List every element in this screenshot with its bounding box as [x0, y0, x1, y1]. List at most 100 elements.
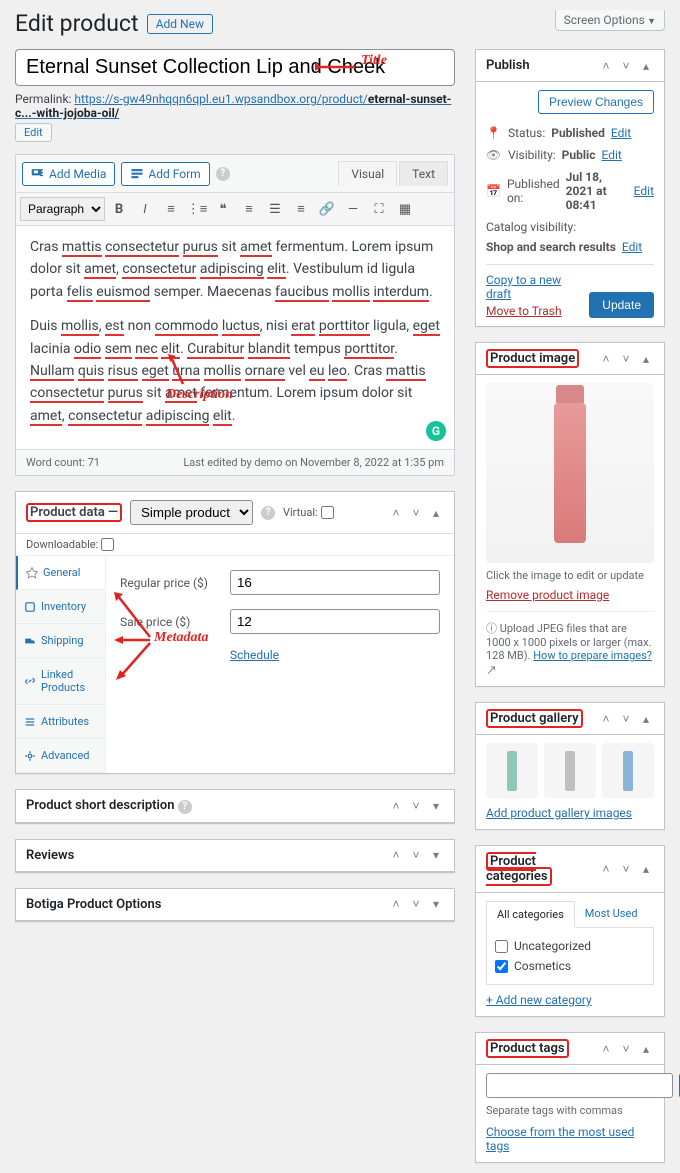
- regular-price-label: Regular price ($): [120, 576, 220, 590]
- last-edited: Last edited by demo on November 8, 2022 …: [183, 456, 444, 469]
- downloadable-checkbox[interactable]: [101, 538, 114, 551]
- toggle-icon[interactable]: ▴: [638, 352, 654, 366]
- chevron-down-icon[interactable]: ˅: [618, 1042, 634, 1056]
- product-type-select[interactable]: Simple product: [130, 500, 253, 525]
- chevron-down-icon[interactable]: ˅: [618, 59, 634, 73]
- number-list-btn[interactable]: ⋮≡: [185, 197, 209, 221]
- chevron-down-icon[interactable]: ˅: [618, 712, 634, 726]
- editor-content[interactable]: Cras mattis consectetur purus sit amet f…: [16, 226, 454, 449]
- chevron-down-icon[interactable]: ˅: [408, 848, 424, 862]
- tag-input[interactable]: [486, 1073, 673, 1098]
- toggle-icon[interactable]: ▾: [428, 897, 444, 911]
- edit-date-link[interactable]: Edit: [634, 184, 654, 198]
- reviews-title: Reviews: [26, 848, 74, 863]
- add-category-link[interactable]: + Add new category: [486, 993, 592, 1007]
- help-icon[interactable]: ?: [216, 167, 230, 181]
- add-form-button[interactable]: Add Form: [121, 162, 209, 186]
- align-left-btn[interactable]: ≡: [237, 197, 261, 221]
- tab-general[interactable]: General: [16, 556, 105, 590]
- align-right-btn[interactable]: ≡: [289, 197, 313, 221]
- align-center-btn[interactable]: ☰: [263, 197, 287, 221]
- cat-checkbox-cosmetics[interactable]: [495, 960, 508, 973]
- chevron-up-icon[interactable]: ˄: [388, 799, 404, 813]
- add-gallery-link[interactable]: Add product gallery images: [486, 806, 632, 820]
- toolbar-toggle-btn[interactable]: ▦: [393, 197, 417, 221]
- product-image-title: Product image: [486, 349, 579, 368]
- edit-status-link[interactable]: Edit: [611, 126, 631, 140]
- screen-options-btn[interactable]: Screen Options: [555, 10, 665, 31]
- format-select[interactable]: Paragraph: [20, 197, 105, 221]
- remove-image-link[interactable]: Remove product image: [486, 588, 609, 602]
- product-image-preview[interactable]: [486, 383, 654, 563]
- gallery-thumb[interactable]: [544, 743, 596, 798]
- regular-price-input[interactable]: [230, 570, 440, 595]
- cat-checkbox-uncategorized[interactable]: [495, 940, 508, 953]
- toggle-icon[interactable]: ▾: [428, 799, 444, 813]
- edit-catalog-link[interactable]: Edit: [622, 240, 642, 254]
- toggle-icon[interactable]: ▴: [428, 506, 444, 520]
- chevron-up-icon[interactable]: ˄: [598, 59, 614, 73]
- tab-shipping[interactable]: Shipping: [16, 624, 105, 658]
- gallery-thumb[interactable]: [602, 743, 654, 798]
- sale-price-label: Sale price ($): [120, 615, 220, 629]
- readmore-btn[interactable]: —: [341, 197, 365, 221]
- edit-slug-button[interactable]: Edit: [15, 123, 52, 142]
- permalink-link[interactable]: https://s-gw49nhqqn6qpl.eu1.wpsandbox.or…: [15, 92, 451, 120]
- cat-tab-most[interactable]: Most Used: [575, 901, 648, 927]
- add-new-button[interactable]: Add New: [147, 14, 213, 34]
- toggle-icon[interactable]: ▴: [638, 862, 654, 876]
- fullscreen-btn[interactable]: ⛶: [367, 197, 391, 221]
- pin-icon: 📍: [486, 126, 502, 140]
- word-count: Word count: 71: [26, 456, 100, 469]
- toggle-icon[interactable]: ▴: [638, 1042, 654, 1056]
- tab-visual[interactable]: Visual: [338, 161, 397, 186]
- virtual-checkbox[interactable]: [321, 506, 334, 519]
- quote-btn[interactable]: ❝: [211, 197, 235, 221]
- move-trash-link[interactable]: Move to Trash: [486, 304, 589, 318]
- grammarly-icon[interactable]: G: [426, 421, 446, 441]
- chevron-down-icon[interactable]: ˅: [408, 799, 424, 813]
- help-icon[interactable]: ?: [261, 506, 275, 520]
- chevron-up-icon[interactable]: ˄: [598, 862, 614, 876]
- product-data-label: Product data —: [26, 503, 122, 522]
- preview-changes-button[interactable]: Preview Changes: [538, 90, 654, 114]
- prepare-images-link[interactable]: How to prepare images?: [533, 649, 652, 662]
- chevron-up-icon[interactable]: ˄: [388, 848, 404, 862]
- chevron-down-icon[interactable]: ˅: [618, 862, 634, 876]
- add-media-button[interactable]: Add Media: [22, 162, 115, 186]
- copy-draft-link[interactable]: Copy to a new draft: [486, 273, 589, 301]
- sale-price-input[interactable]: [230, 609, 440, 634]
- gallery-thumb[interactable]: [486, 743, 538, 798]
- permalink-row: Permalink: https://s-gw49nhqqn6qpl.eu1.w…: [15, 92, 455, 120]
- tab-advanced[interactable]: Advanced: [16, 739, 105, 773]
- short-desc-title: Product short description: [26, 798, 175, 813]
- chevron-down-icon[interactable]: ˅: [408, 506, 424, 520]
- edit-visibility-link[interactable]: Edit: [601, 148, 621, 162]
- choose-tags-link[interactable]: Choose from the most used tags: [486, 1125, 654, 1153]
- bullet-list-btn[interactable]: ≡: [159, 197, 183, 221]
- gallery-title: Product gallery: [486, 709, 583, 728]
- botiga-title: Botiga Product Options: [26, 897, 161, 912]
- tab-attributes[interactable]: Attributes: [16, 705, 105, 739]
- toggle-icon[interactable]: ▴: [638, 59, 654, 73]
- product-title-input[interactable]: [15, 49, 455, 86]
- tab-inventory[interactable]: Inventory: [16, 590, 105, 624]
- help-icon[interactable]: ?: [178, 800, 192, 814]
- cat-tab-all[interactable]: All categories: [486, 901, 575, 928]
- italic-btn[interactable]: I: [133, 197, 157, 221]
- toggle-icon[interactable]: ▾: [428, 848, 444, 862]
- tab-linked[interactable]: Linked Products: [16, 658, 105, 705]
- chevron-down-icon[interactable]: ˅: [408, 897, 424, 911]
- schedule-link[interactable]: Schedule: [230, 648, 279, 662]
- tab-text[interactable]: Text: [399, 161, 448, 186]
- chevron-up-icon[interactable]: ˄: [598, 1042, 614, 1056]
- chevron-up-icon[interactable]: ˄: [598, 712, 614, 726]
- chevron-up-icon[interactable]: ˄: [388, 897, 404, 911]
- chevron-up-icon[interactable]: ˄: [388, 506, 404, 520]
- update-button[interactable]: Update: [589, 292, 654, 318]
- bold-btn[interactable]: B: [107, 197, 131, 221]
- chevron-down-icon[interactable]: ˅: [618, 352, 634, 366]
- toggle-icon[interactable]: ▴: [638, 712, 654, 726]
- chevron-up-icon[interactable]: ˄: [598, 352, 614, 366]
- link-btn[interactable]: 🔗: [315, 197, 339, 221]
